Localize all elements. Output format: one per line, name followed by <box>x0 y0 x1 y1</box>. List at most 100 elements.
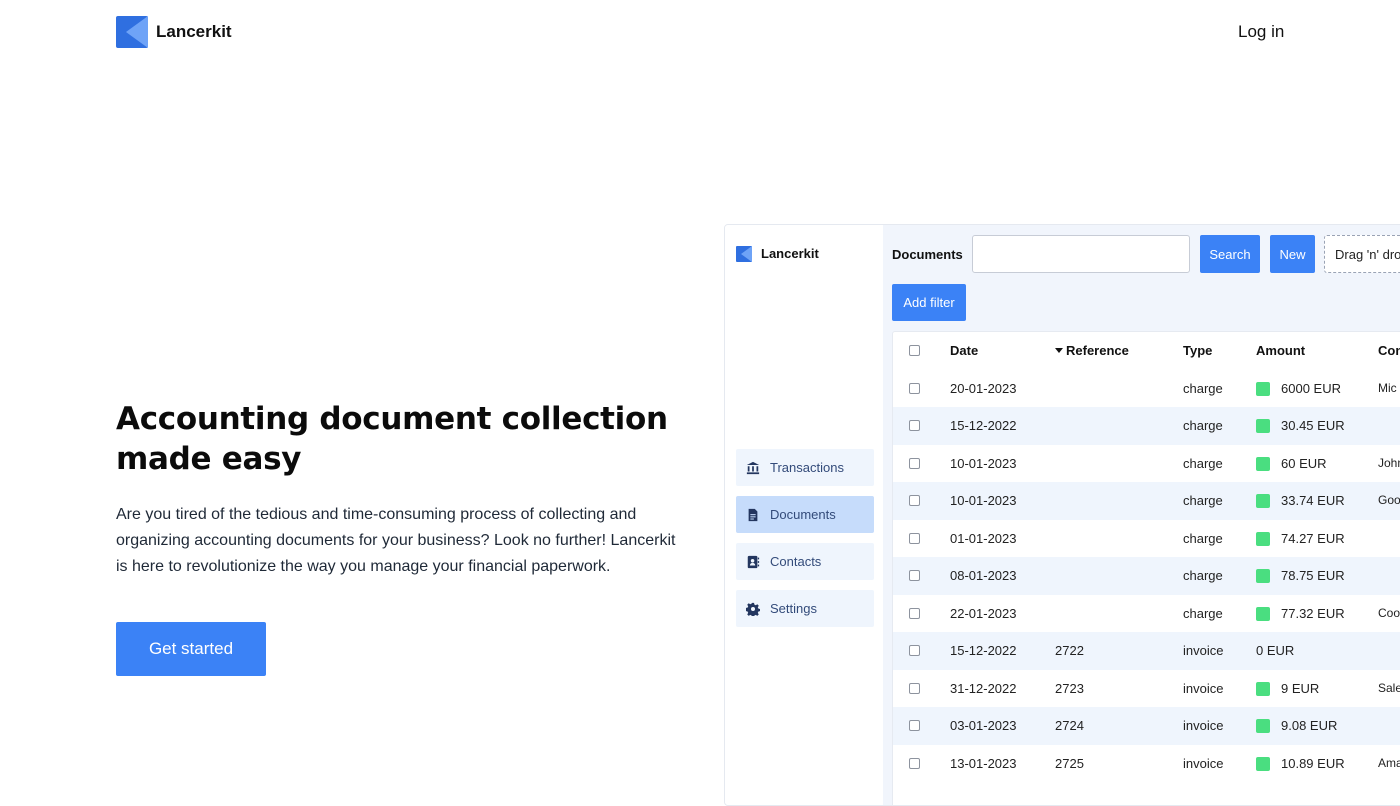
row-contact: Ama <box>1378 755 1400 770</box>
row-reference: 2723 <box>1055 680 1084 696</box>
login-link[interactable]: Log in <box>1238 22 1284 42</box>
row-amount: 10.89 EUR <box>1281 755 1345 771</box>
app-preview: Lancerkit Transactions Documents Contact… <box>724 224 1400 806</box>
column-header-contact[interactable]: Con <box>1378 332 1400 370</box>
column-header-reference[interactable]: Reference <box>1055 332 1129 370</box>
status-indicator-icon <box>1256 606 1270 621</box>
sidebar-item-contacts[interactable]: Contacts <box>736 543 874 580</box>
table-row[interactable]: 15-12-2022 charge 30.45 EUR <box>893 407 1400 445</box>
add-filter-button[interactable]: Add filter <box>892 284 966 321</box>
status-indicator-icon <box>1256 381 1270 396</box>
row-reference: 2725 <box>1055 755 1084 771</box>
documents-table: Date Reference Type Amount Con 20-01-202… <box>892 331 1400 805</box>
app-main: Documents Search New Drag 'n' drop Add f… <box>883 225 1400 805</box>
lancerkit-logo-icon[interactable] <box>116 16 148 48</box>
row-type: charge <box>1183 455 1223 471</box>
row-checkbox[interactable] <box>909 757 920 769</box>
status-indicator-icon <box>1256 756 1270 771</box>
upload-drop-zone[interactable]: Drag 'n' drop <box>1324 235 1400 273</box>
row-type: invoice <box>1183 755 1224 771</box>
row-amount: 6000 EUR <box>1281 380 1341 396</box>
table-header: Date Reference Type Amount Con <box>893 332 1400 370</box>
search-input[interactable] <box>972 235 1190 273</box>
document-icon <box>746 508 760 522</box>
status-indicator-icon <box>1256 569 1270 583</box>
get-started-button[interactable]: Get started <box>116 622 266 676</box>
row-amount: 30.45 EUR <box>1281 418 1345 433</box>
row-date: 01-01-2023 <box>950 530 1017 546</box>
row-checkbox[interactable] <box>909 682 920 694</box>
app-sidebar: Lancerkit Transactions Documents Contact… <box>725 225 884 805</box>
table-row[interactable]: 10-01-2023 charge 60 EUR John <box>893 445 1400 483</box>
row-contact: John <box>1378 455 1400 470</box>
row-type: invoice <box>1183 643 1224 658</box>
table-row[interactable]: 10-01-2023 charge 33.74 EUR Goo <box>893 482 1400 520</box>
sidebar-item-label: Transactions <box>770 460 844 475</box>
row-type: charge <box>1183 493 1223 508</box>
row-checkbox[interactable] <box>909 570 920 581</box>
table-row[interactable]: 31-12-2022 2723 invoice 9 EUR Sale <box>893 670 1400 708</box>
hero-title: Accounting document collection made easy <box>116 401 668 477</box>
row-date: 10-01-2023 <box>950 455 1017 471</box>
status-indicator-icon <box>1256 419 1270 433</box>
search-button[interactable]: Search <box>1200 235 1260 273</box>
row-checkbox[interactable] <box>909 382 920 394</box>
row-contact: Coo <box>1378 605 1400 620</box>
sort-desc-icon <box>1055 348 1063 354</box>
row-type: charge <box>1183 418 1223 433</box>
select-all-checkbox[interactable] <box>909 345 920 356</box>
table-row[interactable]: 15-12-2022 2722 invoice 0 EUR <box>893 632 1400 670</box>
row-type: charge <box>1183 530 1223 546</box>
row-amount: 77.32 EUR <box>1281 605 1345 621</box>
row-date: 13-01-2023 <box>950 755 1017 771</box>
table-row[interactable]: 13-01-2023 2725 invoice 10.89 EUR Ama <box>893 745 1400 783</box>
row-amount: 9 EUR <box>1281 680 1320 696</box>
row-type: invoice <box>1183 718 1224 733</box>
row-checkbox[interactable] <box>909 645 920 656</box>
row-date: 03-01-2023 <box>950 718 1017 733</box>
new-button[interactable]: New <box>1270 235 1315 273</box>
row-date: 08-01-2023 <box>950 568 1017 583</box>
row-checkbox[interactable] <box>909 457 920 469</box>
row-checkbox[interactable] <box>909 607 920 619</box>
row-date: 15-12-2022 <box>950 643 1017 658</box>
row-checkbox[interactable] <box>909 720 920 731</box>
column-header-amount[interactable]: Amount <box>1256 332 1305 370</box>
row-date: 10-01-2023 <box>950 493 1017 508</box>
column-header-date[interactable]: Date <box>950 332 978 370</box>
row-checkbox[interactable] <box>909 495 920 506</box>
bank-icon <box>746 461 760 475</box>
row-date: 22-01-2023 <box>950 605 1017 621</box>
lancerkit-logo-icon <box>736 246 752 262</box>
gear-icon <box>746 602 760 616</box>
table-row[interactable]: 03-01-2023 2724 invoice 9.08 EUR <box>893 707 1400 745</box>
row-reference: 2722 <box>1055 643 1084 658</box>
row-checkbox[interactable] <box>909 532 920 544</box>
row-amount: 74.27 EUR <box>1281 530 1345 546</box>
table-row[interactable]: 01-01-2023 charge 74.27 EUR <box>893 520 1400 558</box>
table-row[interactable]: 22-01-2023 charge 77.32 EUR Coo <box>893 595 1400 633</box>
row-amount: 78.75 EUR <box>1281 568 1345 583</box>
row-amount: 60 EUR <box>1281 455 1327 471</box>
row-reference: 2724 <box>1055 718 1084 733</box>
column-header-type[interactable]: Type <box>1183 332 1212 370</box>
sidebar-item-label: Settings <box>770 601 817 616</box>
sidebar-item-label: Contacts <box>770 554 822 569</box>
table-row[interactable]: 08-01-2023 charge 78.75 EUR <box>893 557 1400 595</box>
row-date: 20-01-2023 <box>950 380 1017 396</box>
row-checkbox[interactable] <box>909 420 920 431</box>
sidebar-item-documents[interactable]: Documents <box>736 496 874 533</box>
table-row[interactable]: 20-01-2023 charge 6000 EUR Mic <box>893 370 1400 408</box>
sidebar-item-transactions[interactable]: Transactions <box>736 449 874 486</box>
row-type: charge <box>1183 605 1223 621</box>
brand-name[interactable]: Lancerkit <box>156 22 232 42</box>
row-contact: Goo <box>1378 493 1400 507</box>
sidebar-item-settings[interactable]: Settings <box>736 590 874 627</box>
status-indicator-icon <box>1256 531 1270 546</box>
status-indicator-icon <box>1256 681 1270 696</box>
row-amount: 33.74 EUR <box>1281 493 1345 508</box>
row-type: invoice <box>1183 680 1224 696</box>
row-amount: 9.08 EUR <box>1281 718 1338 733</box>
app-brand-name: Lancerkit <box>761 246 819 261</box>
row-amount: 0 EUR <box>1256 643 1295 658</box>
